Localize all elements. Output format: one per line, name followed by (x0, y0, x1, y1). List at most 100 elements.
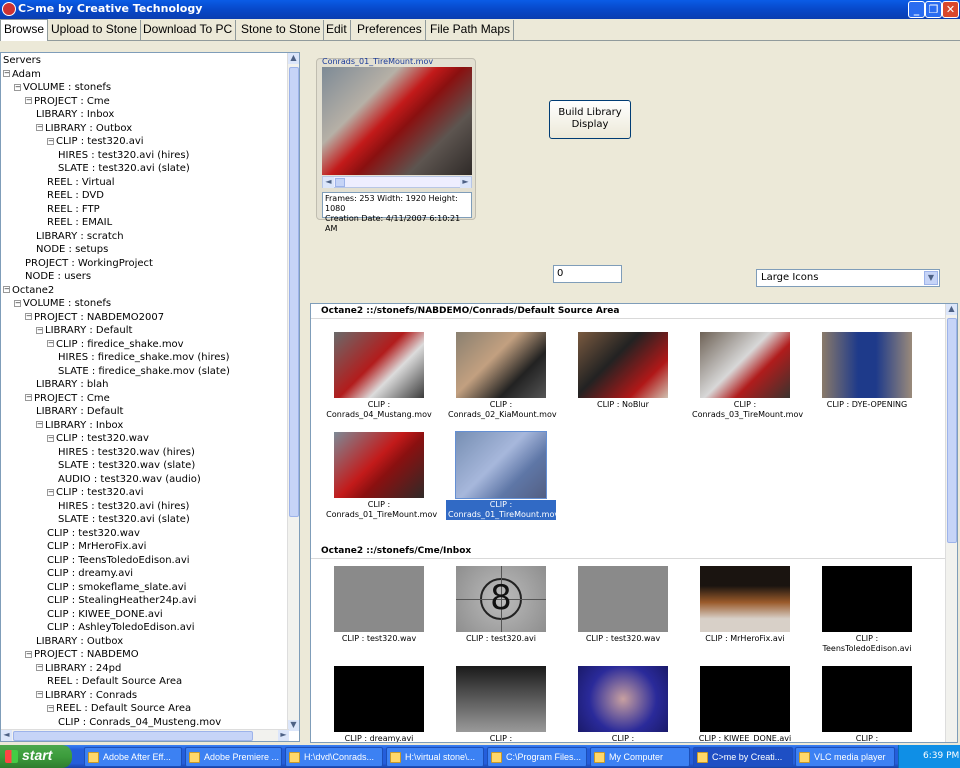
tree-node[interactable]: CLIP : TeensToledoEdison.avi (47, 555, 190, 567)
taskbar-task[interactable]: C>me by Creati... (693, 747, 793, 767)
tree-node[interactable]: CLIP : test320.wav (47, 528, 140, 540)
tree-node[interactable]: − LIBRARY : Default (36, 325, 132, 337)
tree-node[interactable]: − CLIP : test320.avi (47, 136, 144, 148)
tree-node[interactable]: − CLIP : test320.avi (47, 487, 144, 499)
tab-file-path-maps[interactable]: File Path Maps (427, 20, 515, 40)
scroll-left-icon[interactable]: ◄ (1, 730, 12, 741)
tree-node[interactable]: − LIBRARY : Outbox (36, 123, 132, 135)
clip-thumbnail[interactable]: CLIP : test320.wav (568, 566, 678, 644)
clip-thumbnail[interactable]: CLIP : Conrads_04_Mustang.mov (324, 332, 434, 420)
server-tree[interactable]: Servers − Adam − VOLUME : stonefs − PROJECT : … (0, 52, 300, 742)
tree-node[interactable]: HIRES : test320.avi (hires) (58, 501, 189, 513)
tree-node[interactable]: REEL : DVD (47, 190, 104, 202)
taskbar-task[interactable]: H:\virtual stone\... (386, 747, 484, 767)
clip-thumbnail[interactable]: CLIP : dreamy.avi (324, 666, 434, 742)
clip-thumbnail[interactable]: CLIP : StealingHeather24p.avi (568, 666, 678, 742)
tree-node[interactable]: REEL : EMAIL (47, 217, 112, 229)
tree-node[interactable]: LIBRARY : Inbox (36, 109, 114, 121)
scrub-left-icon[interactable]: ◄ (323, 177, 334, 188)
tree-node[interactable]: HIRES : test320.avi (hires) (58, 150, 189, 162)
chevron-down-icon[interactable]: ▼ (924, 271, 938, 285)
scroll-right-icon[interactable]: ► (278, 730, 289, 741)
clip-thumbnail[interactable]: CLIP : NoBlur (568, 332, 678, 410)
collapse-toggle-icon[interactable]: − (14, 299, 21, 307)
scroll-up-icon[interactable]: ▲ (946, 304, 957, 315)
tree-node[interactable]: SLATE : test320.avi (slate) (58, 514, 190, 526)
tab-upload-to-stone[interactable]: Upload to Stone (48, 20, 142, 40)
tab-preferences[interactable]: Preferences (354, 20, 426, 40)
tree-node[interactable]: − LIBRARY : Conrads (36, 690, 137, 702)
tab-edit[interactable]: Edit (323, 20, 351, 40)
tree-node[interactable]: NODE : users (25, 271, 91, 283)
tree-node[interactable]: LIBRARY : blah (36, 379, 109, 391)
scrub-right-icon[interactable]: ► (460, 177, 471, 188)
taskbar-task[interactable]: Adobe Premiere ... (185, 747, 282, 767)
tree-node[interactable]: − PROJECT : Cme (25, 96, 110, 108)
taskbar-task[interactable]: H:\dvd\Conrads... (285, 747, 383, 767)
taskbar-task[interactable]: C:\Program Files... (487, 747, 587, 767)
tree-node[interactable]: PROJECT : WorkingProject (25, 258, 153, 270)
collapse-toggle-icon[interactable]: − (36, 124, 43, 131)
build-library-display-button[interactable]: Build Library Display (549, 100, 631, 139)
tree-node[interactable]: REEL : FTP (47, 204, 100, 216)
collapse-toggle-icon[interactable]: − (14, 83, 21, 91)
tree-node[interactable]: CLIP : KIWEE_DONE.avi (47, 609, 163, 621)
tree-node[interactable]: − REEL : Default Source Area (47, 703, 191, 715)
tree-vertical-scrollbar[interactable]: ▲ ▼ (287, 53, 299, 731)
collapse-toggle-icon[interactable]: − (36, 691, 43, 698)
tree-node[interactable]: SLATE : test320.avi (slate) (58, 163, 190, 175)
collapse-toggle-icon[interactable]: − (25, 650, 32, 658)
tree-node[interactable]: − Adam (3, 69, 41, 81)
tree-node[interactable]: HIRES : test320.wav (hires) (58, 447, 195, 459)
scroll-down-icon[interactable]: ▼ (288, 720, 299, 731)
clip-thumbnail[interactable]: 8 CLIP : test320.avi (446, 566, 556, 644)
tree-node[interactable]: REEL : Virtual (47, 177, 115, 189)
number-input[interactable]: 0 (553, 265, 622, 283)
clip-thumbnail[interactable]: CLIP : Conrads_01_TireMount.mov (446, 431, 559, 520)
collapse-toggle-icon[interactable]: − (3, 70, 10, 77)
collapse-toggle-icon[interactable]: − (47, 137, 54, 145)
tree-node[interactable]: SLATE : firedice_shake.mov (slate) (58, 366, 230, 378)
minimize-button[interactable]: _ (908, 1, 925, 18)
tab-stone-to-stone[interactable]: Stone to Stone (238, 20, 325, 40)
maximize-button[interactable]: ❐ (925, 1, 942, 18)
tree-node[interactable]: HIRES : firedice_shake.mov (hires) (58, 352, 230, 364)
clip-thumbnail[interactable]: CLIP : Conrads_01_TireMount.mov (324, 432, 437, 520)
taskbar-task[interactable]: Adobe After Eff... (84, 747, 182, 767)
tree-node[interactable]: − VOLUME : stonefs (14, 82, 111, 94)
tree-node[interactable]: LIBRARY : Outbox (36, 636, 123, 648)
scroll-up-icon[interactable]: ▲ (288, 53, 299, 64)
tree-node[interactable]: − CLIP : firedice_shake.mov (47, 339, 184, 351)
tree-scroll-thumb[interactable] (289, 67, 299, 517)
collapse-toggle-icon[interactable]: − (47, 704, 54, 712)
clip-thumbnail[interactable]: CLIP : KIWEE_DONE.avi (690, 666, 800, 742)
collapse-toggle-icon[interactable]: − (25, 313, 32, 320)
preview-scrubber[interactable]: ◄ ► (322, 176, 472, 188)
tree-node[interactable]: Servers (3, 55, 41, 67)
tree-node[interactable]: − PROJECT : Cme (25, 393, 110, 405)
tree-node[interactable]: LIBRARY : scratch (36, 231, 124, 243)
tree-node[interactable]: CLIP : AshleyToledoEdison.avi (47, 622, 195, 634)
collapse-toggle-icon[interactable]: − (25, 394, 32, 401)
view-mode-select[interactable]: Large Icons ▼ (756, 269, 940, 287)
collapse-toggle-icon[interactable]: − (47, 434, 54, 442)
collapse-toggle-icon[interactable]: − (36, 326, 43, 334)
tab-browse[interactable]: Browse (0, 19, 49, 41)
tree-hscroll-thumb[interactable] (13, 731, 253, 741)
clip-thumbnail[interactable]: CLIP : DYE-OPENING (812, 332, 922, 410)
tree-node[interactable]: − LIBRARY : Inbox (36, 420, 123, 432)
taskbar-task[interactable]: My Computer (590, 747, 690, 767)
tree-node[interactable]: − Octane2 (3, 285, 54, 297)
collapse-toggle-icon[interactable]: − (36, 664, 43, 671)
collapse-toggle-icon[interactable]: − (47, 340, 54, 347)
tree-node[interactable]: CLIP : Conrads_04_Musteng.mov (58, 717, 221, 729)
tree-node[interactable]: CLIP : MrHeroFix.avi (47, 541, 146, 553)
clip-thumbnail[interactable]: CLIP : TeensToledoEdison.avi (812, 566, 922, 654)
clip-thumbnail[interactable]: CLIP : AshleyToledoEdison.avi (812, 666, 922, 742)
thumbnail-scroll-thumb[interactable] (947, 318, 957, 543)
tree-node[interactable]: − PROJECT : NABDEMO (25, 649, 139, 661)
thumbnail-panel[interactable]: Octane2 ::/stonefs/NABDEMO/Conrads/Defau… (310, 303, 958, 743)
tree-node[interactable]: CLIP : dreamy.avi (47, 568, 133, 580)
tree-node[interactable]: LIBRARY : Default (36, 406, 123, 418)
tree-node[interactable]: REEL : Default Source Area (47, 676, 182, 688)
